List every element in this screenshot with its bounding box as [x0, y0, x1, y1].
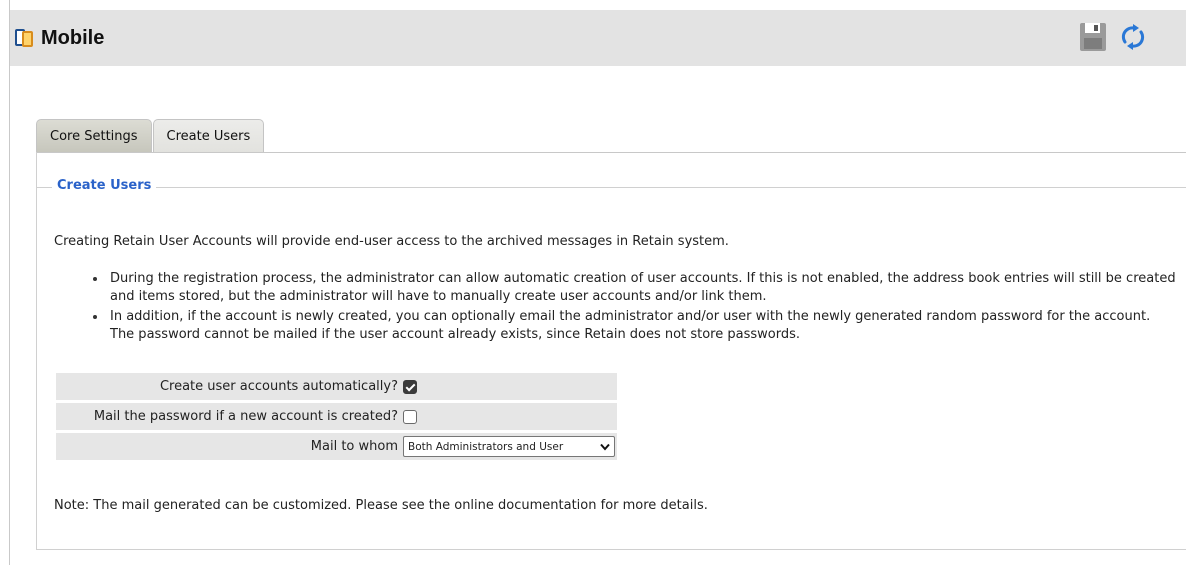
chevron-down-icon [600, 443, 610, 451]
settings-panel [36, 152, 1186, 550]
header-toolbar [1078, 20, 1148, 54]
intro-text: Creating Retain User Accounts will provi… [54, 234, 729, 249]
note-text: Note: The mail generated can be customiz… [54, 498, 708, 513]
refresh-icon [1121, 24, 1145, 50]
fieldset-border [36, 187, 1186, 188]
form-row: Mail the password if a new account is cr… [56, 403, 617, 430]
create-auto-label: Create user accounts automatically? [56, 373, 401, 400]
list-item: In addition, if the account is newly cre… [93, 308, 1178, 344]
mail-password-label: Mail the password if a new account is cr… [56, 403, 401, 430]
user-creation-form: Create user accounts automatically? Mail… [56, 370, 617, 463]
list-item: During the registration process, the adm… [93, 270, 1178, 306]
save-button[interactable] [1078, 20, 1108, 54]
refresh-button[interactable] [1118, 20, 1148, 54]
tab-core-settings[interactable]: Core Settings [36, 119, 152, 153]
form-row: Mail to whom Both Administrators and Use… [56, 433, 617, 460]
page-header: Mobile [10, 10, 1186, 66]
tab-create-users[interactable]: Create Users [152, 119, 265, 153]
form-row: Create user accounts automatically? [56, 373, 617, 400]
mobile-devices-icon [14, 27, 36, 49]
mail-to-select[interactable]: Both Administrators and User [403, 436, 615, 457]
create-auto-checkbox[interactable] [403, 379, 417, 394]
section-legend: Create Users [52, 178, 157, 193]
left-border [9, 0, 10, 565]
info-list: During the registration process, the adm… [93, 270, 1178, 346]
mail-password-checkbox[interactable] [403, 409, 417, 424]
settings-tabs: Core Settings Create Users [36, 119, 265, 153]
floppy-disk-icon [1080, 23, 1106, 51]
mail-to-label: Mail to whom [56, 433, 401, 460]
mail-to-value: Both Administrators and User [408, 440, 564, 453]
page-title: Mobile [41, 26, 105, 49]
